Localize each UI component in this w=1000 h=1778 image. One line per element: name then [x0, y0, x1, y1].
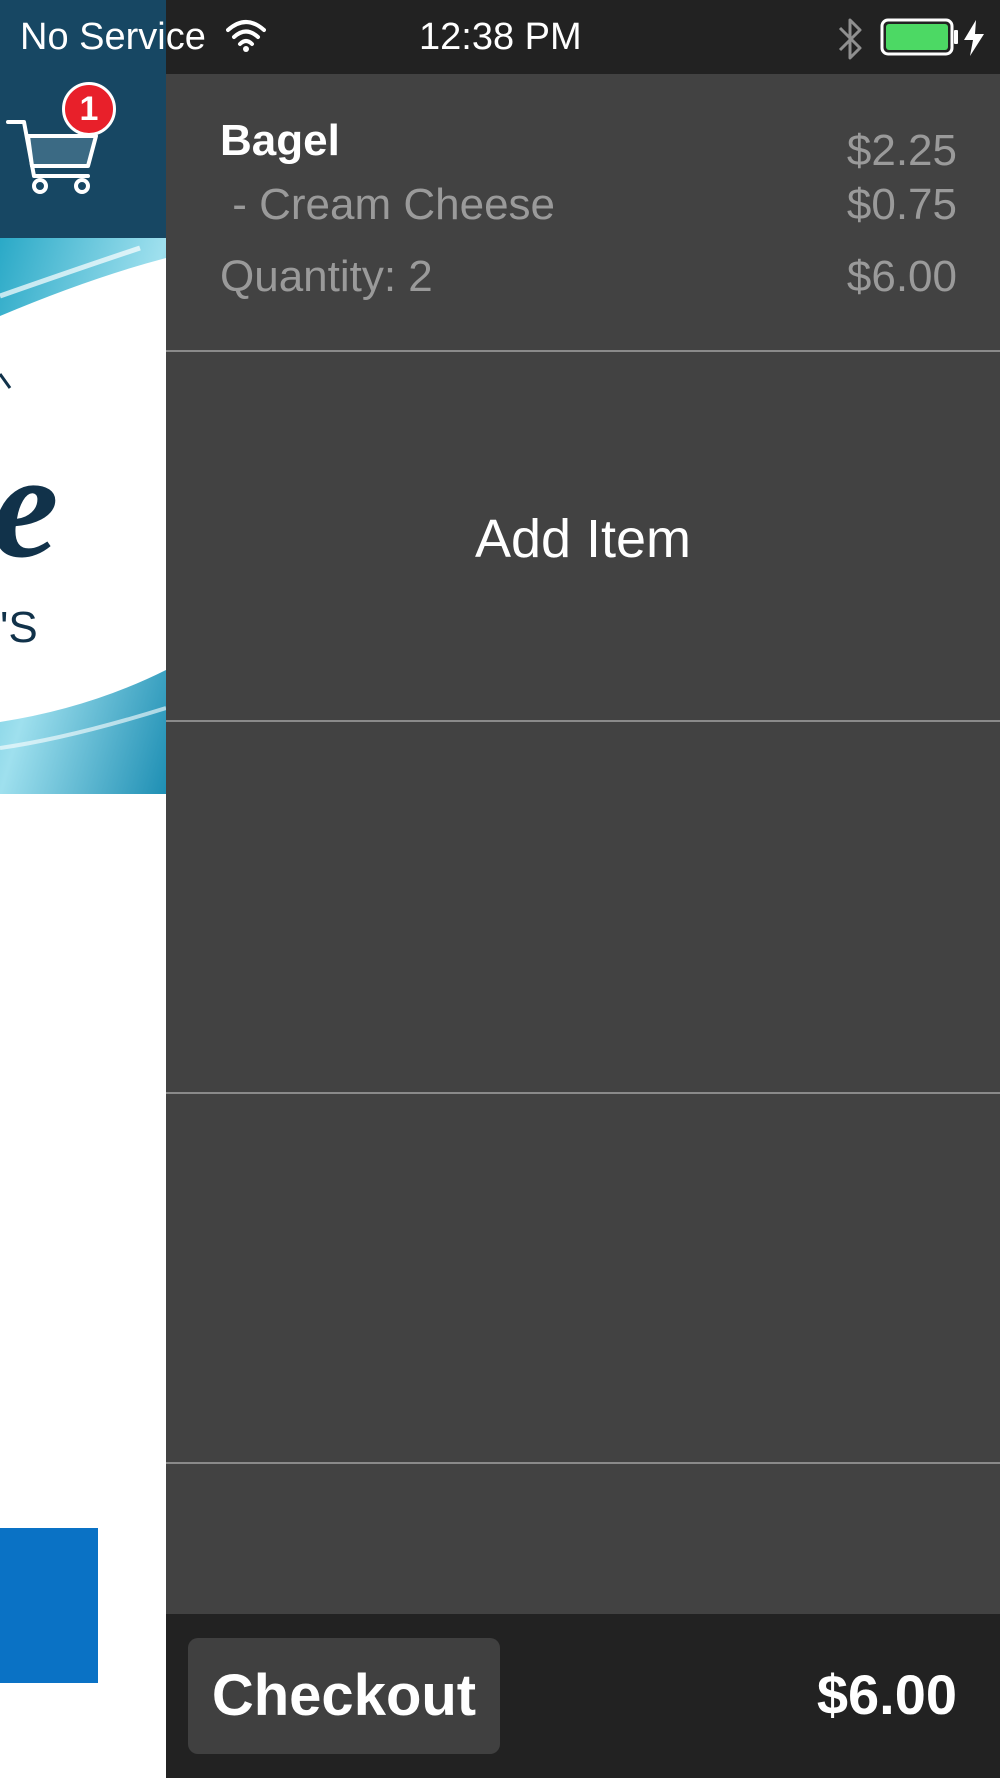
empty-cart-row [166, 722, 1000, 1094]
cart-footer: Checkout $6.00 [166, 1614, 1000, 1778]
svg-text:e: e [0, 423, 59, 589]
svg-text:'S: 'S [0, 603, 38, 652]
wifi-icon [226, 20, 266, 52]
cart-panel: Bagel $2.25 - Cream Cheese $0.75 Quantit… [166, 0, 1000, 1778]
brand-logo-banner: e 'S [0, 238, 166, 794]
battery-icon [880, 18, 958, 56]
cart-button[interactable]: 1 [4, 82, 116, 194]
bluetooth-icon [838, 18, 862, 60]
logo-image: e 'S [0, 238, 166, 794]
add-item-button[interactable]: Add Item [166, 352, 1000, 722]
item-line-total: $6.00 [846, 252, 957, 301]
add-item-label: Add Item [474, 509, 692, 569]
checkout-button[interactable]: Checkout [188, 1638, 500, 1754]
item-modifier: - Cream Cheese [220, 180, 556, 229]
empty-cart-row [166, 1094, 1000, 1464]
cart-badge: 1 [62, 82, 116, 136]
clock: 12:38 PM [419, 16, 582, 58]
carrier-label: No Service [20, 16, 206, 58]
item-quantity: Quantity: 2 [220, 252, 433, 301]
background-app-button[interactable] [0, 1528, 98, 1683]
background-app: 1 e 'S [0, 0, 166, 1778]
cart-item-row[interactable]: Bagel $2.25 - Cream Cheese $0.75 Quantit… [166, 74, 1000, 352]
item-modifier-price: $0.75 [846, 180, 957, 229]
item-name: Bagel [220, 116, 340, 165]
item-price: $2.25 [846, 126, 957, 175]
status-bar: No Service 12:38 PM [0, 0, 1000, 74]
charging-bolt-icon [964, 20, 984, 56]
cart-total: $6.00 [816, 1663, 957, 1726]
